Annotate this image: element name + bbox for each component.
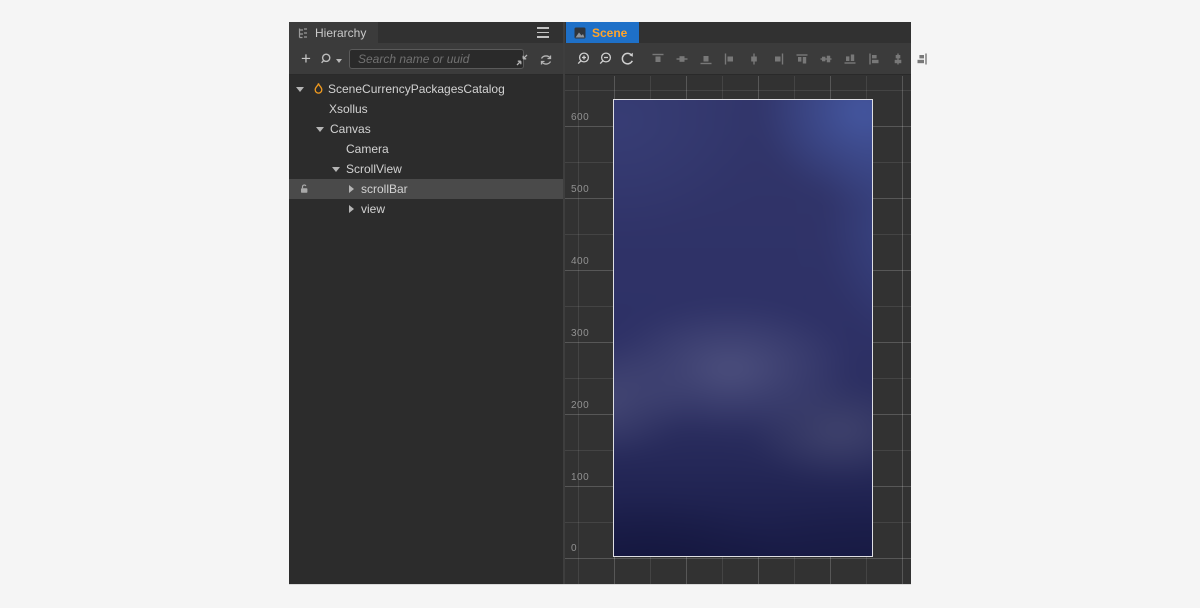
tree-row-scenecurrencypackagescatalog[interactable]: SceneCurrencyPackagesCatalog <box>289 79 563 99</box>
collapse-arrow-icon[interactable] <box>296 87 304 92</box>
hierarchy-tab-label: Hierarchy <box>315 26 366 40</box>
align-left-icon[interactable] <box>722 51 738 67</box>
scene-tabbar: Scene <box>565 22 911 43</box>
distribute-top-icon[interactable] <box>794 51 810 67</box>
node-label: scrollBar <box>361 182 408 196</box>
blurred-background-image <box>613 99 873 557</box>
collapse-all-icon[interactable] <box>514 52 530 68</box>
scene-tab-label: Scene <box>592 26 627 40</box>
editor-window: Hierarchy + <box>0 0 1200 608</box>
ruler-label-200: 200 <box>571 400 589 411</box>
tree-row-scrollbar[interactable]: scrollBar <box>289 179 563 199</box>
workspace: Hierarchy + <box>289 22 911 584</box>
zoom-out-icon[interactable] <box>598 51 613 67</box>
node-label: Xsollus <box>329 102 368 116</box>
distribute-h-center-icon[interactable] <box>890 51 906 67</box>
scene-toolbar <box>565 43 911 75</box>
expand-arrow-icon[interactable] <box>349 205 354 213</box>
align-v-center-icon[interactable] <box>674 51 690 67</box>
distribute-right-icon[interactable] <box>914 51 930 67</box>
hierarchy-tree: SceneCurrencyPackagesCatalog Xsollus Can… <box>289 76 563 584</box>
ruler-label-500: 500 <box>571 184 589 195</box>
add-node-button[interactable]: + <box>298 51 314 67</box>
chevron-down-icon <box>336 59 342 63</box>
zoom-in-icon[interactable] <box>576 51 591 67</box>
distribute-left-icon[interactable] <box>866 51 882 67</box>
tab-scene[interactable]: Scene <box>566 22 639 43</box>
alignment-toolbar <box>650 51 930 67</box>
refresh-icon[interactable] <box>538 52 554 68</box>
search-type-button[interactable] <box>320 52 342 66</box>
scene-panel: Scene <box>563 22 911 584</box>
ruler-label-400: 400 <box>571 256 589 267</box>
hierarchy-toolbar: + <box>289 43 563 75</box>
distribute-v-center-icon[interactable] <box>818 51 834 67</box>
align-top-icon[interactable] <box>650 51 666 67</box>
node-label: Camera <box>346 142 389 156</box>
scene-canvas-image[interactable] <box>613 99 873 557</box>
ruler-label-0: 0 <box>571 543 577 554</box>
align-h-center-icon[interactable] <box>746 51 762 67</box>
collapse-arrow-icon[interactable] <box>332 167 340 172</box>
menu-icon[interactable] <box>537 27 549 38</box>
scene-viewport[interactable]: 600 500 400 300 200 100 0 <box>565 76 911 584</box>
flame-icon <box>313 82 324 95</box>
distribute-bottom-icon[interactable] <box>842 51 858 67</box>
ruler-label-600: 600 <box>571 112 589 123</box>
reset-view-icon[interactable] <box>620 51 635 67</box>
tree-row-xsollus[interactable]: Xsollus <box>289 99 563 119</box>
ruler-label-100: 100 <box>571 472 589 483</box>
hierarchy-tabbar: Hierarchy <box>289 22 563 43</box>
node-label: Canvas <box>330 122 371 136</box>
tree-row-scrollview[interactable]: ScrollView <box>289 159 563 179</box>
node-label: ScrollView <box>346 162 402 176</box>
ruler-label-300: 300 <box>571 328 589 339</box>
tree-row-canvas[interactable]: Canvas <box>289 119 563 139</box>
tab-hierarchy[interactable]: Hierarchy <box>289 22 378 43</box>
lock-icon[interactable] <box>299 184 309 194</box>
collapse-arrow-icon[interactable] <box>316 127 324 132</box>
image-icon <box>574 27 586 39</box>
search-icon <box>320 52 334 66</box>
tree-row-view[interactable]: view <box>289 199 563 219</box>
hierarchy-panel: Hierarchy + <box>289 22 563 584</box>
search-input[interactable] <box>349 49 524 69</box>
align-right-icon[interactable] <box>770 51 786 67</box>
hierarchy-tree-icon <box>297 27 309 39</box>
node-label: SceneCurrencyPackagesCatalog <box>328 82 505 96</box>
node-label: view <box>361 202 385 216</box>
align-bottom-icon[interactable] <box>698 51 714 67</box>
expand-arrow-icon[interactable] <box>349 185 354 193</box>
tree-row-camera[interactable]: Camera <box>289 139 563 159</box>
